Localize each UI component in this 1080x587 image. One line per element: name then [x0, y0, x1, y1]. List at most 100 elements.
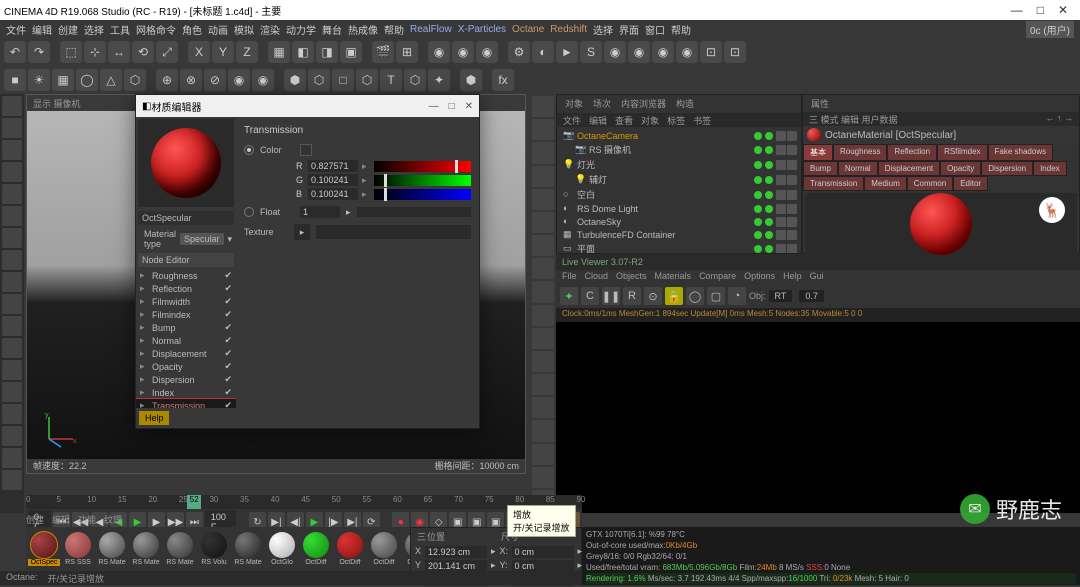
toolbar-icon-28[interactable]: S [580, 41, 602, 63]
toolbar-icon-0[interactable]: ■ [4, 69, 26, 91]
me-maximize-button[interactable]: □ [449, 101, 455, 112]
side-tool-12[interactable] [2, 360, 22, 380]
attr-tab-Index[interactable]: Index [1033, 161, 1067, 176]
object-tree[interactable]: 📷OctaneCamera📷RS 摄像机💡灯光💡辅灯○空白◐RS Dome Li… [557, 127, 801, 253]
material-slot-OctDiff[interactable]: OctDiff [300, 532, 332, 566]
lock-icon[interactable]: 🔒 [665, 287, 683, 305]
material-type-dropdown[interactable]: Specular [180, 233, 224, 245]
menu-模拟[interactable]: 模拟 [234, 22, 254, 37]
obj-RS Dome Light[interactable]: ◐RS Dome Light [559, 202, 799, 215]
toolbar-icon-0[interactable]: ↶ [4, 41, 26, 63]
side-tool-0[interactable] [2, 96, 22, 116]
menu-动画[interactable]: 动画 [208, 22, 228, 37]
color-radio[interactable] [244, 145, 254, 155]
lv-menu-Compare[interactable]: Compare [699, 271, 736, 283]
toolbar-icon-2[interactable]: ▦ [52, 69, 74, 91]
menu-选择[interactable]: 选择 [84, 22, 104, 37]
objmenu-文件[interactable]: 文件 [563, 114, 581, 126]
float-input[interactable] [300, 206, 340, 218]
attr-tab-Dispersion[interactable]: Dispersion [981, 161, 1033, 176]
material-slot-OctSpec[interactable]: OctSpec [28, 532, 60, 566]
lv-menu-Cloud[interactable]: Cloud [585, 271, 609, 283]
channel-roughness[interactable]: ▸Roughness✔ [136, 269, 236, 282]
toolbar-icon-16[interactable]: ⬡ [356, 69, 378, 91]
vp-tool-1[interactable] [532, 119, 554, 140]
toolbar-icon-4[interactable]: ⊹ [84, 41, 106, 63]
attr-tab-Opacity[interactable]: Opacity [940, 161, 981, 176]
menu-Redshift[interactable]: Redshift [550, 24, 587, 35]
toolbar-icon-21[interactable]: ◉ [428, 41, 450, 63]
vp-tool-0[interactable] [532, 96, 554, 117]
me-minimize-button[interactable]: — [429, 101, 439, 112]
vp-tool-3[interactable] [532, 166, 554, 187]
toolbar-icon-13[interactable]: ▦ [268, 41, 290, 63]
side-tool-4[interactable] [2, 184, 22, 204]
r-input[interactable] [308, 160, 358, 172]
menu-X-Particles[interactable]: X-Particles [458, 24, 506, 35]
menu-编辑[interactable]: 编辑 [32, 22, 52, 37]
side-tool-13[interactable] [2, 382, 22, 402]
side-tool-7[interactable] [2, 250, 22, 270]
menu-热成像[interactable]: 热成像 [348, 22, 378, 37]
obj-空白[interactable]: ○空白 [559, 187, 799, 202]
attr-top-tab[interactable]: 属性 [803, 95, 1079, 112]
attr-tab-Editor[interactable]: Editor [953, 176, 988, 191]
material-slot-RS Mate[interactable]: RS Mate [130, 532, 162, 566]
me-close-button[interactable]: ✕ [465, 101, 473, 112]
toolbar-icon-9[interactable]: X [188, 41, 210, 63]
size-X-input[interactable] [512, 546, 574, 558]
vp-tool-5[interactable] [532, 212, 554, 233]
toolbar-icon-3[interactable]: ⬚ [60, 41, 82, 63]
liveviewer-viewport[interactable] [556, 322, 1080, 513]
attr-tab-Bump[interactable]: Bump [803, 161, 838, 176]
attr-tab-Medium[interactable]: Medium [864, 176, 906, 191]
menu-网格命令[interactable]: 网格命令 [136, 22, 176, 37]
pos-X-input[interactable] [425, 546, 487, 558]
b-slider[interactable] [374, 189, 471, 200]
objmenu-标签[interactable]: 标签 [667, 114, 685, 126]
minimize-button[interactable]: — [1011, 3, 1023, 17]
timeline-playhead[interactable]: 52 [187, 495, 201, 509]
attr-tab-Common[interactable]: Common [907, 176, 953, 191]
vp-tool-15[interactable] [532, 444, 554, 465]
attr-menu[interactable]: 三 模式 编辑 用户数据← ↑ → [803, 112, 1079, 126]
menu-帮助[interactable]: 帮助 [671, 22, 691, 37]
g-slider[interactable] [374, 175, 471, 186]
menu-帮助[interactable]: 帮助 [384, 22, 404, 37]
side-tool-11[interactable] [2, 338, 22, 358]
channel-opacity[interactable]: ▸Opacity✔ [136, 360, 236, 373]
vp-tool-14[interactable] [532, 420, 554, 441]
side-tool-10[interactable] [2, 316, 22, 336]
clock-icon[interactable]: ◔ [728, 287, 746, 305]
side-tool-2[interactable] [2, 140, 22, 160]
toolbar-icon-3[interactable]: ◯ [76, 69, 98, 91]
side-tool-15[interactable] [2, 426, 22, 446]
side-tool-5[interactable] [2, 206, 22, 226]
help-button[interactable]: Help [139, 411, 169, 425]
toolbar-icon-31[interactable]: ◉ [652, 41, 674, 63]
objtab-对象[interactable]: 对象 [565, 97, 583, 111]
lv-menu-Options[interactable]: Options [744, 271, 775, 283]
material-slot-RS Mate[interactable]: RS Mate [96, 532, 128, 566]
menu-文件[interactable]: 文件 [6, 22, 26, 37]
lv-menu-Help[interactable]: Help [783, 271, 802, 283]
side-tool-3[interactable] [2, 162, 22, 182]
channel-displacement[interactable]: ▸Displacement✔ [136, 347, 236, 360]
side-tool-1[interactable] [2, 118, 22, 138]
toolbar-icon-4[interactable]: △ [100, 69, 122, 91]
objtab-场次[interactable]: 场次 [593, 97, 611, 111]
toolbar-icon-23[interactable]: ◉ [476, 41, 498, 63]
pause-icon[interactable]: ❚❚ [602, 287, 620, 305]
menu-创建[interactable]: 创建 [58, 22, 78, 37]
toolbar-icon-29[interactable]: ◉ [604, 41, 626, 63]
refresh-icon[interactable]: ✦ [560, 287, 578, 305]
settings-icon[interactable]: ⊙ [644, 287, 662, 305]
toolbar-icon-11[interactable]: ◉ [252, 69, 274, 91]
channel-filmwidth[interactable]: ▸Filmwidth✔ [136, 295, 236, 308]
objmenu-书签[interactable]: 书签 [693, 114, 711, 126]
menu-工具[interactable]: 工具 [110, 22, 130, 37]
attr-tab-Fake shadows[interactable]: Fake shadows [988, 144, 1054, 161]
g-input[interactable] [308, 174, 358, 186]
vp-tool-12[interactable] [532, 374, 554, 395]
toolbar-icon-25[interactable]: ⚙ [508, 41, 530, 63]
